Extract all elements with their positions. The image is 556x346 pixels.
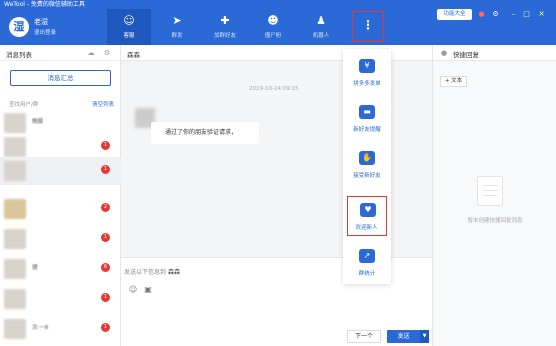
heart-icon: ♥ — [360, 203, 376, 217]
logout-link[interactable]: 退出登录 — [34, 28, 56, 36]
tab-broadcast[interactable]: ➤ 群发 — [155, 9, 199, 45]
message-bubble: 通过了你的朋友验证请求， — [151, 122, 259, 144]
compose-hint-name: 森森 — [167, 269, 180, 276]
tab-robot[interactable]: ♟ 机器人 — [299, 9, 343, 45]
menu-item-new-friend-alert[interactable]: ▬ 新好友提醒 — [343, 99, 391, 139]
close-icon[interactable]: ✕ — [536, 9, 547, 20]
avatar — [4, 319, 26, 339]
paper-plane-icon: ➤ — [172, 14, 182, 27]
more-menu-button[interactable]: ⋮ — [352, 11, 384, 42]
avatar — [4, 259, 26, 279]
menu-item-label: 新好友提醒 — [353, 127, 381, 133]
robot-icon: ♟ — [316, 14, 326, 27]
gear-icon[interactable]: ⚙ — [102, 48, 112, 58]
contact-name: 晚腿 — [32, 119, 44, 125]
app-header: 湿 老湿 退出登录 ☺ 客服 ➤ 群发 ✚ 加群好友 ☻ 僵尸粉 ♟ 机器人 ⋮… — [0, 9, 556, 45]
message-list-panel: 消息列表 ☁ ⚙ 消息汇总 查找用户/群 清空列表 晚腿 1 1 2 1 捷 6… — [0, 45, 121, 346]
empty-document-icon — [477, 176, 503, 206]
chat-contact-name: 森森 — [127, 51, 140, 59]
user-name: 老湿 — [34, 18, 48, 26]
chevron-down-icon[interactable]: ▼ — [420, 330, 429, 343]
quick-reply-header: ● 快捷回复 — [433, 45, 556, 61]
list-item[interactable]: 1 — [0, 225, 121, 253]
tab-zombie-fans[interactable]: ☻ 僵尸粉 — [251, 9, 295, 45]
avatar[interactable]: 湿 — [9, 17, 29, 37]
unread-badge: 1 — [101, 233, 110, 242]
send-button[interactable]: 发送 — [387, 330, 420, 343]
feature-list-button[interactable]: 功能大全 — [437, 9, 472, 20]
message-icon: ▬ — [359, 105, 375, 119]
maximize-icon[interactable]: □ — [521, 9, 532, 20]
window-title: WeTool - 免费的微信辅助工具 — [4, 1, 85, 8]
menu-item-pdd-orders[interactable]: ¥ 拼多多发单 — [343, 53, 391, 93]
menu-item-welcome-newcomers[interactable]: ♥ 欢迎新人 — [347, 196, 387, 236]
tab-add-friends[interactable]: ✚ 加群好友 — [203, 9, 247, 45]
minimize-icon[interactable]: – — [508, 9, 519, 20]
title-bar: WeTool - 免费的微信辅助工具 — [0, 0, 556, 9]
list-item[interactable]: 捷 6 — [0, 255, 121, 283]
tab-customer-service[interactable]: ☺ 客服 — [107, 9, 151, 45]
list-item[interactable]: 2 — [0, 195, 121, 223]
chat-bubble-icon: ● — [441, 49, 448, 57]
unread-badge: 2 — [101, 203, 110, 212]
next-button[interactable]: 下一个 — [347, 330, 381, 343]
message-timestamp: 2019-10-24 09:15 — [249, 86, 299, 92]
list-item[interactable]: 1 — [0, 285, 121, 313]
cloud-icon[interactable]: ☁ — [86, 48, 96, 58]
more-dropdown-menu: ¥ 拼多多发单 ▬ 新好友提醒 ✋ 接受新好友 ♥ 欢迎新人 ↗ 群统计 — [343, 49, 391, 284]
avatar — [4, 161, 26, 181]
unread-badge: 1 — [101, 293, 110, 302]
empty-state-text: 暂未创建快捷回复消息 — [467, 218, 523, 224]
menu-item-label: 拼多多发单 — [353, 81, 381, 87]
tab-label: 加群好友 — [213, 33, 236, 39]
chart-icon: ↗ — [359, 249, 375, 263]
menu-item-accept-friends[interactable]: ✋ 接受新好友 — [343, 145, 391, 185]
contact-name: 次·一8 — [32, 325, 49, 331]
contact-name: 捷 — [32, 265, 38, 271]
handshake-icon: ✋ — [359, 151, 375, 165]
message-list-title: 消息列表 — [6, 51, 32, 59]
avatar — [4, 113, 26, 133]
unread-badge: 1 — [101, 165, 110, 174]
menu-item-label: 群统计 — [358, 271, 376, 277]
gear-icon[interactable]: ⚙ — [490, 9, 501, 20]
search-user-group[interactable]: 查找用户/群 — [9, 100, 38, 108]
tab-label: 僵尸粉 — [264, 33, 282, 39]
unread-badge: 1 — [101, 141, 110, 150]
avatar — [4, 137, 26, 157]
menu-item-group-stats[interactable]: ↗ 群统计 — [343, 243, 391, 283]
headset-icon: ☺ — [123, 14, 135, 27]
compose-hint: 发送以下信息到 森森 — [124, 267, 180, 276]
list-item[interactable]: 1 — [0, 157, 121, 185]
tab-label: 群发 — [171, 33, 183, 39]
unread-badge: 1 — [101, 323, 110, 332]
add-friend-icon: ✚ — [220, 14, 230, 27]
avatar — [4, 229, 26, 249]
notification-icon[interactable]: ● — [476, 9, 487, 20]
quick-reply-panel: ● 快捷回复 + 文本 暂未创建快捷回复消息 — [432, 45, 556, 346]
menu-item-label: 欢迎新人 — [355, 225, 378, 231]
message-summary-button[interactable]: 消息汇总 — [10, 70, 111, 86]
image-icon[interactable]: ▣ — [143, 285, 153, 295]
wetool-window: WeTool - 免费的微信辅助工具 湿 老湿 退出登录 ☺ 客服 ➤ 群发 ✚… — [0, 0, 556, 346]
money-bag-icon: ¥ — [359, 59, 375, 73]
list-item[interactable]: 次·一8 1 — [0, 315, 121, 343]
zombie-icon: ☻ — [267, 14, 279, 27]
message-list-header: 消息列表 ☁ ⚙ — [0, 45, 121, 61]
unread-badge: 6 — [101, 263, 110, 272]
tab-label: 机器人 — [312, 33, 330, 39]
clear-list-link[interactable]: 清空列表 — [92, 100, 114, 108]
avatar — [4, 199, 26, 219]
quick-reply-title: 快捷回复 — [453, 51, 479, 59]
tab-label: 客服 — [123, 33, 135, 39]
menu-item-label: 接受新好友 — [353, 173, 381, 179]
more-icon: ⋮ — [362, 18, 374, 32]
emoji-icon[interactable]: ☺ — [128, 285, 138, 295]
add-text-button[interactable]: + 文本 — [440, 76, 467, 87]
compose-hint-prefix: 发送以下信息到 — [124, 269, 167, 276]
avatar — [4, 289, 26, 309]
